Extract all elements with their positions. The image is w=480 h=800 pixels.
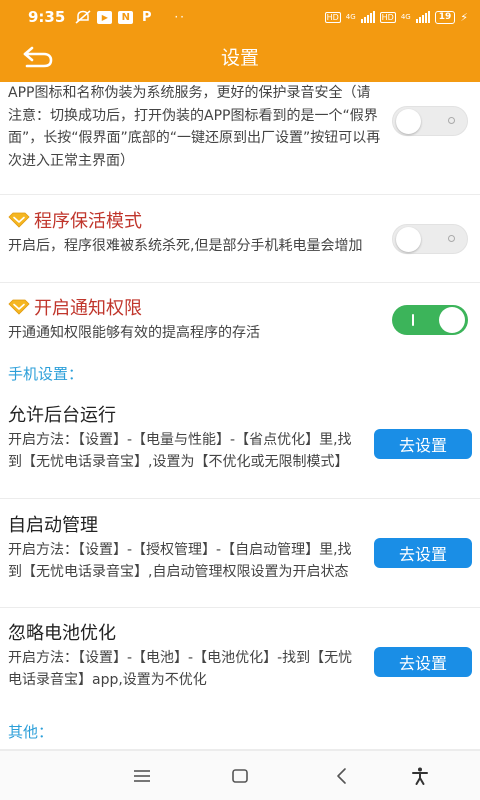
status-bar: 9:35 ▶ N P ·· HD 4G HD 4G 19 ⚡ — [0, 0, 480, 34]
autostart-description: 开启方法：【设置】-【授权管理】-【自启动管理】里,找到【无忧电话录音宝】,自启… — [8, 542, 352, 580]
battery-opt-button[interactable]: 去设置 — [374, 647, 472, 677]
autostart-button[interactable]: 去设置 — [374, 538, 472, 568]
phone-settings-header: 手机设置： — [8, 365, 84, 383]
menu-icon — [134, 770, 150, 782]
navigation-bar — [0, 750, 480, 800]
home-square-icon — [232, 769, 248, 783]
background-run-description: 开启方法：【设置】-【电量与性能】-【省点优化】里,找到【无忧电话录音宝】,设置… — [8, 432, 352, 470]
home-nav-button[interactable] — [230, 766, 250, 786]
keepalive-title: 程序保活模式 — [34, 211, 142, 232]
signal-icon — [360, 11, 375, 23]
charging-icon: ⚡ — [460, 10, 468, 24]
battery-opt-row: 忽略电池优化 开启方法：【设置】-【电池】-【电池优化】-找到【无忧电话录音宝】… — [0, 608, 480, 718]
keepalive-title-wrap: 程序保活模式 — [8, 207, 142, 233]
mute-icon — [75, 10, 91, 24]
status-time: 9:35 — [28, 8, 66, 26]
p-app-icon: P — [142, 9, 152, 25]
accessibility-nav-button[interactable] — [410, 766, 430, 786]
hd-badge: HD — [324, 11, 341, 23]
app-bar: 设置 — [0, 34, 480, 82]
back-chevron-icon — [337, 768, 346, 784]
network-type-2: 4G — [400, 13, 411, 21]
diamond-icon — [8, 212, 30, 228]
keepalive-row: 程序保活模式 开启后，程序很难被系统杀死,但是部分手机耗电量会增加 — [0, 195, 480, 283]
keepalive-description: 开启后，程序很难被系统杀死,但是部分手机耗电量会增加 — [8, 238, 363, 254]
background-run-button[interactable]: 去设置 — [374, 429, 472, 459]
other-header: 其他： — [0, 718, 480, 750]
accessibility-icon — [412, 767, 428, 785]
autostart-row: 自启动管理 开启方法：【设置】-【授权管理】-【自启动管理】里,找到【无忧电话录… — [0, 499, 480, 608]
status-right: HD 4G HD 4G 19 ⚡ — [324, 10, 468, 24]
diamond-icon — [8, 299, 30, 315]
notify-title-wrap: 开启通知权限 — [8, 294, 142, 320]
notify-toggle[interactable] — [392, 305, 468, 335]
more-notifications-icon: ·· — [174, 10, 186, 24]
page-title: 设置 — [220, 47, 259, 69]
keepalive-toggle[interactable] — [392, 224, 468, 254]
back-nav-button[interactable] — [332, 766, 352, 786]
network-type: 4G — [345, 13, 356, 21]
notify-title: 开启通知权限 — [34, 298, 142, 319]
disguise-row: APP图标和名称伪装为系统服务，更好的保护录音安全（请注意：切换成功后，打开伪装… — [0, 82, 480, 195]
hd-badge-2: HD — [379, 11, 396, 23]
signal-icon-2 — [415, 11, 430, 23]
disguise-description: APP图标和名称伪装为系统服务，更好的保护录音安全（请注意：切换成功后，打开伪装… — [8, 85, 381, 169]
autostart-title: 自启动管理 — [8, 515, 98, 536]
settings-content[interactable]: APP图标和名称伪装为系统服务，更好的保护录音安全（请注意：切换成功后，打开伪装… — [0, 82, 480, 750]
battery-icon: 19 — [434, 10, 456, 24]
menu-nav-button[interactable] — [132, 766, 152, 786]
n-app-icon: N — [118, 10, 134, 24]
notify-description: 开通通知权限能够有效的提高程序的存活 — [8, 325, 260, 341]
video-app-icon: ▶ — [97, 10, 113, 24]
notify-row: 开启通知权限 开通通知权限能够有效的提高程序的存活 — [0, 283, 480, 350]
battery-opt-description: 开启方法：【设置】-【电池】-【电池优化】-找到【无忧电话录音宝】app,设置为… — [8, 650, 353, 688]
background-run-title: 允许后台运行 — [8, 405, 116, 426]
battery-opt-title: 忽略电池优化 — [8, 623, 116, 644]
disguise-toggle[interactable] — [392, 106, 468, 136]
background-run-row: 允许后台运行 开启方法：【设置】-【电量与性能】-【省点优化】里,找到【无忧电话… — [0, 389, 480, 499]
